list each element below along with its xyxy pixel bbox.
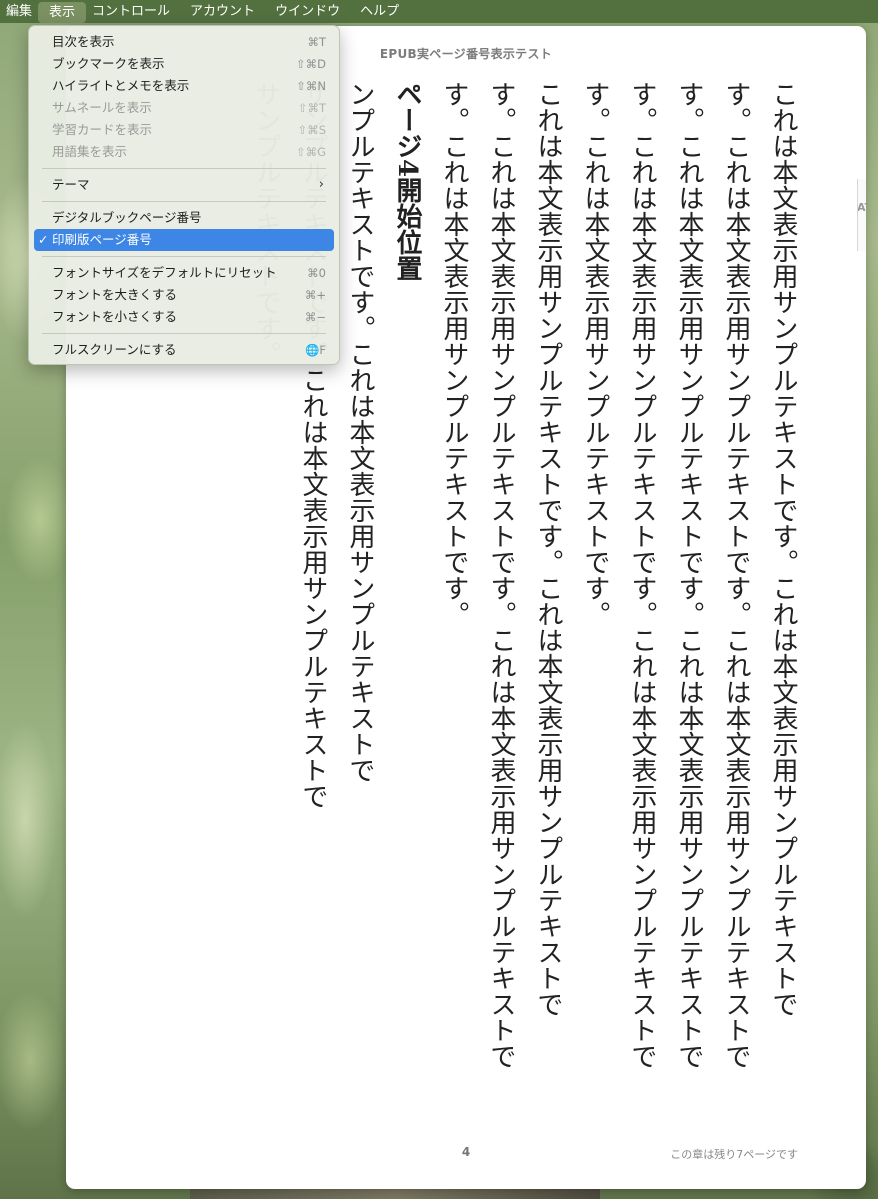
menu-item-show-bookmarks[interactable]: ブックマークを表示 ⇧⌘D	[34, 53, 334, 75]
chevron-right-icon: ›	[318, 177, 324, 192]
menu-item-label: 学習カードを表示	[52, 122, 153, 137]
menu-view[interactable]: 表示	[38, 1, 87, 23]
menu-item-shortcut: ⇧⌘N	[296, 79, 326, 93]
paragraph: す。これは本文表示用サンプルテキストです。	[580, 81, 610, 627]
menu-item-show-thumbnails: サムネールを表示 ⇧⌘T	[34, 97, 334, 119]
menu-item-label: 用語集を表示	[52, 144, 128, 159]
paragraph: す。これは本文表示用サンプルテキストです。これは本文表示用サンプルテキストで	[721, 81, 751, 1069]
menu-help[interactable]: ヘルプ	[354, 0, 405, 23]
next-page-edge[interactable]: AT	[857, 179, 866, 251]
menu-item-label: フルスクリーンにする	[52, 342, 177, 357]
menu-bar: 編集 表示 コントロール アカウント ウインドウ ヘルプ	[0, 0, 878, 23]
menu-item-label: フォントサイズをデフォルトにリセット	[52, 265, 277, 280]
menu-item-label: フォントを大きくする	[52, 287, 178, 302]
next-page-edge-text: AT	[857, 201, 866, 214]
menu-item-label: サムネールを表示	[52, 100, 152, 115]
menu-item-shortcut: ⌘+	[304, 288, 326, 302]
menu-item-shortcut: ⇧⌘G	[295, 145, 326, 159]
menu-item-label: ブックマークを表示	[52, 56, 165, 71]
paragraph: これは本文表示用サンプルテキストです。これは本文表示用サンプルテキストで	[768, 81, 798, 1017]
menu-item-shortcut: ⌘−	[304, 310, 326, 324]
paragraph: す。これは本文表示用サンプルテキストです。	[439, 81, 469, 627]
menu-item-shortcut: ⇧⌘D	[296, 57, 326, 71]
paragraph: す。これは本文表示用サンプルテキストです。これは本文表示用サンプルテキストで	[627, 81, 657, 1069]
menu-item-theme[interactable]: テーマ ›	[34, 174, 334, 196]
menu-item-label: デジタルブックページ番号	[52, 210, 202, 225]
menu-item-label: ハイライトとメモを表示	[52, 78, 190, 93]
menu-separator	[42, 201, 326, 202]
menu-item-print-page-number[interactable]: ✓ 印刷版ページ番号	[34, 229, 334, 251]
menu-item-show-highlights-notes[interactable]: ハイライトとメモを表示 ⇧⌘N	[34, 75, 334, 97]
menu-separator	[42, 256, 326, 257]
menu-item-label: 印刷版ページ番号	[52, 232, 152, 247]
menu-window[interactable]: ウインドウ	[269, 0, 346, 23]
view-menu-dropdown: 目次を表示 ⌘T ブックマークを表示 ⇧⌘D ハイライトとメモを表示 ⇧⌘N サ…	[28, 25, 340, 365]
menu-item-shortcut: ⇧⌘S	[297, 123, 326, 137]
menu-item-shortcut: ⌘0	[307, 266, 326, 280]
menu-edit[interactable]: 編集	[0, 0, 38, 23]
paragraph: す。これは本文表示用サンプルテキストです。これは本文表示用サンプルテキストで	[486, 81, 516, 1069]
menu-item-font-smaller[interactable]: フォントを小さくする ⌘−	[34, 306, 334, 328]
menu-account[interactable]: アカウント	[184, 0, 261, 23]
menu-separator	[42, 168, 326, 169]
paragraph: これは本文表示用サンプルテキストです。これは本文表示用サンプルテキストで	[533, 81, 563, 1017]
menu-item-label: テーマ	[52, 177, 90, 192]
menu-item-show-study-cards: 学習カードを表示 ⇧⌘S	[34, 119, 334, 141]
menu-item-shortcut: 🌐F	[305, 343, 326, 357]
menu-item-label: 目次を表示	[52, 34, 115, 49]
menu-item-shortcut: ⌘T	[307, 35, 326, 49]
menu-item-shortcut: ⇧⌘T	[297, 101, 326, 115]
paragraph: す。これは本文表示用サンプルテキストです。これは本文表示用サンプルテキストで	[674, 81, 704, 1069]
menu-item-fullscreen[interactable]: フルスクリーンにする 🌐F	[34, 339, 334, 361]
menu-item-font-larger[interactable]: フォントを大きくする ⌘+	[34, 284, 334, 306]
menu-item-reset-font-size[interactable]: フォントサイズをデフォルトにリセット ⌘0	[34, 262, 334, 284]
menu-controls[interactable]: コントロール	[86, 0, 176, 23]
menu-separator	[42, 333, 326, 334]
menu-item-show-glossary: 用語集を表示 ⇧⌘G	[34, 141, 334, 163]
paragraph: ンプルテキストです。これは本文表示用サンプルテキストで	[345, 81, 375, 783]
chapter-heading: ページ4開始位置	[392, 81, 422, 282]
menu-item-digital-page-number[interactable]: デジタルブックページ番号	[34, 207, 334, 229]
menu-item-show-toc[interactable]: 目次を表示 ⌘T	[34, 31, 334, 53]
menu-item-label: フォントを小さくする	[52, 309, 178, 324]
checkmark-icon: ✓	[38, 232, 49, 247]
pages-left-in-chapter: この章は残り7ページです	[670, 1148, 798, 1161]
